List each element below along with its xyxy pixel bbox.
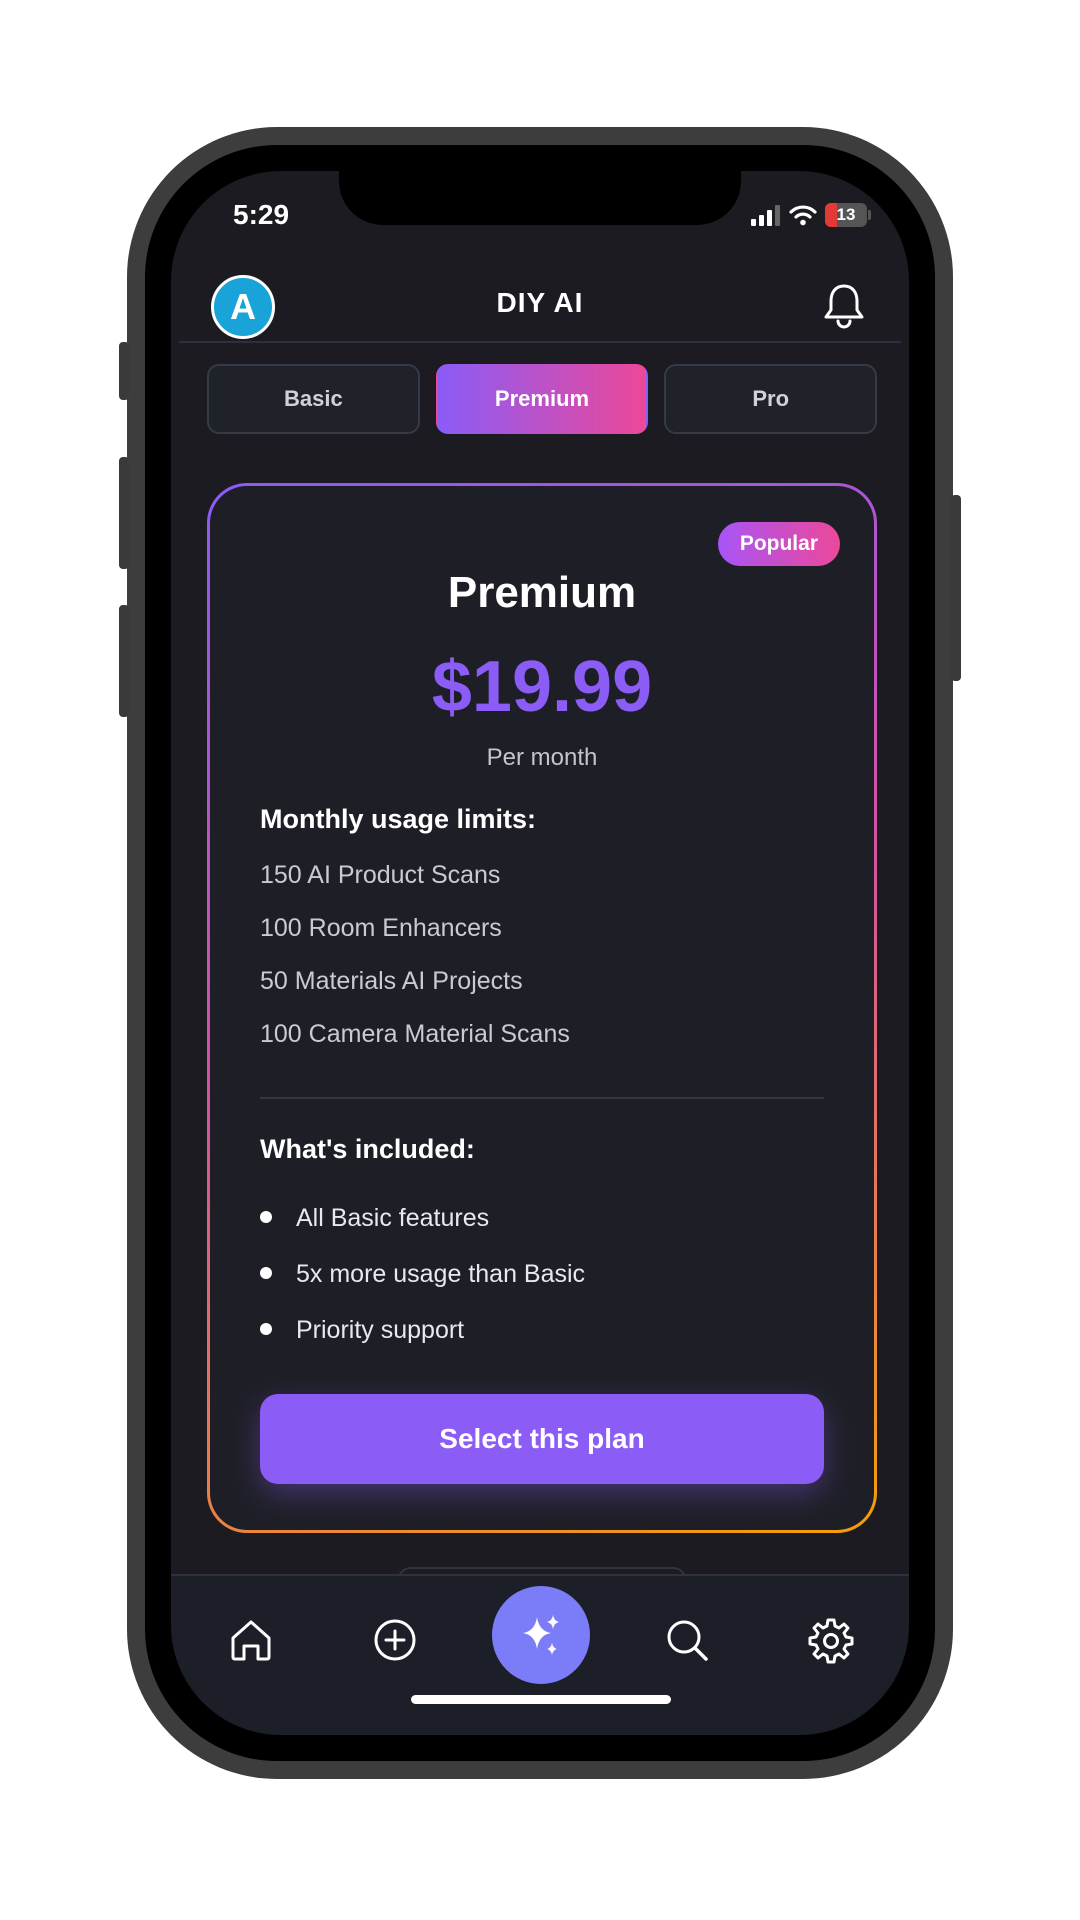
feature-item: 5x more usage than Basic: [260, 1260, 585, 1289]
status-time: 5:29: [233, 199, 290, 230]
settings-icon: [808, 1618, 854, 1664]
screen: 5:29 13 A DIY AI Basic Premium Pro Popul…: [171, 171, 909, 1735]
bottom-nav: [171, 1574, 909, 1735]
wifi-icon: [789, 205, 817, 226]
tab-premium[interactable]: Premium: [435, 364, 649, 434]
app-header: A DIY AI: [171, 271, 909, 349]
popular-badge: Popular: [717, 522, 840, 566]
phone-frame: 5:29 13 A DIY AI Basic Premium Pro Popul…: [119, 127, 961, 1779]
plan-card: Popular Premium $19.99 Per month Monthly…: [207, 483, 877, 1533]
limit-item: 100 Camera Material Scans: [260, 1020, 570, 1048]
section-divider: [260, 1097, 824, 1099]
app-title: DIY AI: [496, 287, 584, 318]
nav-settings[interactable]: [803, 1612, 859, 1668]
mute-switch: [119, 342, 129, 400]
volume-down-button: [119, 605, 129, 717]
limit-item: 150 AI Product Scans: [260, 861, 501, 889]
nav-search[interactable]: [659, 1612, 715, 1668]
bell-icon[interactable]: [821, 281, 867, 329]
feature-label: Priority support: [296, 1316, 465, 1344]
home-icon: [231, 1620, 271, 1661]
plan-tabs: Basic Premium Pro: [207, 364, 878, 434]
battery-cap: [868, 210, 871, 220]
battery-icon: 13: [825, 203, 867, 227]
header-divider: [179, 341, 901, 343]
search-icon: [667, 1620, 708, 1661]
status-icons: 13: [751, 201, 871, 229]
tab-basic[interactable]: Basic: [207, 364, 420, 434]
limit-item: 50 Materials AI Projects: [260, 967, 523, 995]
home-indicator[interactable]: [411, 1695, 671, 1704]
feature-label: All Basic features: [296, 1204, 490, 1232]
tab-pro[interactable]: Pro: [664, 364, 878, 434]
volume-up-button: [119, 457, 129, 569]
notch: [339, 171, 741, 225]
feature-item: Priority support: [260, 1316, 464, 1345]
nav-home[interactable]: [223, 1612, 279, 1668]
feature-item: All Basic features: [260, 1204, 489, 1233]
bullet-icon: [260, 1210, 272, 1223]
limit-item: 100 Room Enhancers: [260, 914, 502, 942]
battery-level: 13: [836, 205, 856, 224]
limits-title: Monthly usage limits:: [260, 804, 537, 834]
power-button: [951, 495, 961, 681]
select-plan-button[interactable]: Select this plan: [260, 1394, 824, 1484]
bullet-icon: [260, 1322, 272, 1335]
sparkles-icon: [523, 1615, 559, 1655]
plan-name: Premium: [447, 568, 637, 617]
add-icon: [374, 1619, 416, 1661]
bullet-icon: [260, 1266, 272, 1279]
nav-ai[interactable]: [492, 1586, 590, 1684]
plan-price: $19.99: [431, 647, 653, 727]
plan-card-body: Popular Premium $19.99 Per month Monthly…: [210, 486, 874, 1530]
nav-add[interactable]: [367, 1612, 423, 1668]
feature-label: 5x more usage than Basic: [296, 1260, 586, 1288]
included-title: What's included:: [260, 1134, 475, 1164]
signal-icon: [751, 205, 780, 226]
plan-period: Per month: [486, 744, 598, 771]
